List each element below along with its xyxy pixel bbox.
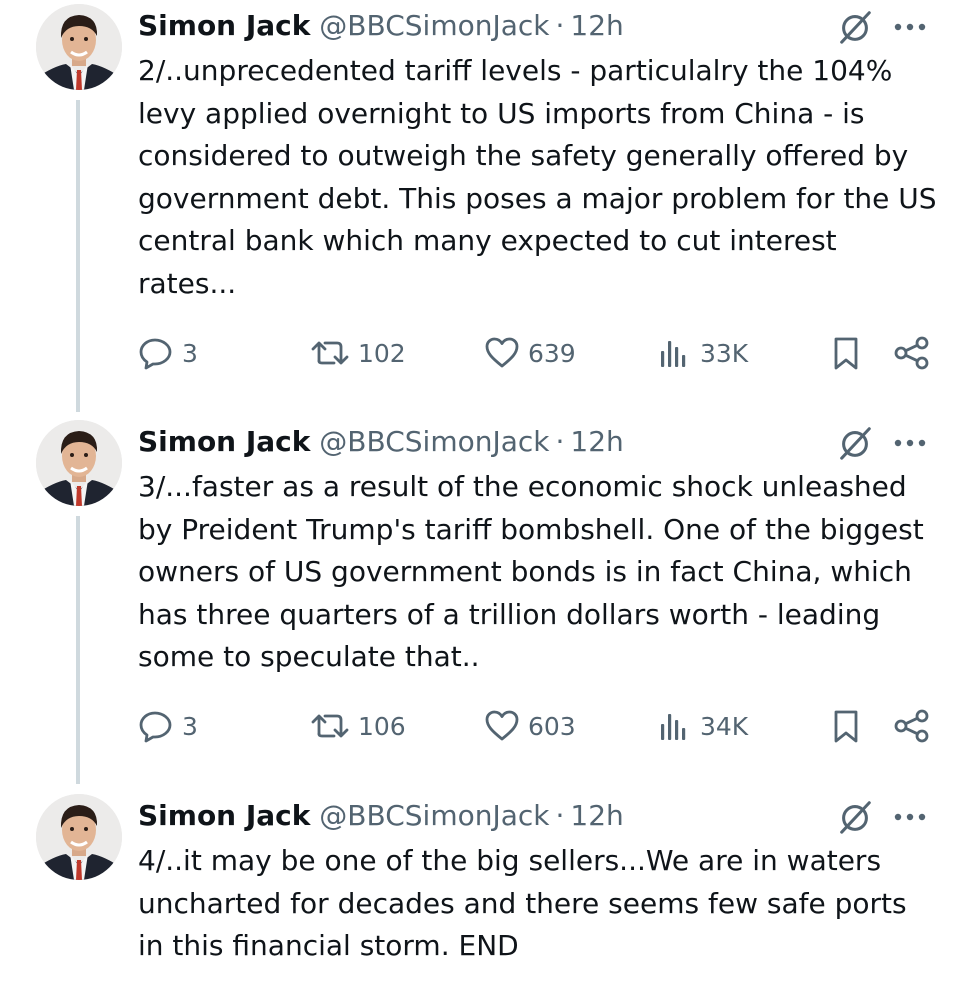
tweet-text: 3/...faster as a result of the economic … (138, 470, 924, 674)
separator-dot: · (555, 799, 565, 832)
timestamp[interactable]: 12h (570, 425, 623, 458)
views-icon (656, 708, 692, 744)
timestamp[interactable]: 12h (570, 799, 623, 832)
more-icon[interactable] (890, 10, 930, 44)
bookmark-icon (828, 708, 864, 744)
repost-button[interactable]: 106 (310, 706, 406, 746)
author-handle[interactable]: @BBCSimonJack (319, 9, 549, 42)
repost-count: 102 (358, 338, 406, 368)
grok-icon[interactable] (836, 424, 874, 462)
more-icon[interactable] (890, 426, 930, 460)
repost-count: 106 (358, 711, 406, 741)
share-button[interactable] (892, 706, 932, 746)
bookmark-button[interactable] (828, 706, 864, 746)
action-bar: 3 102 639 33K (0, 333, 967, 373)
share-button[interactable] (892, 333, 932, 373)
like-icon (484, 335, 520, 371)
author-name[interactable]: Simon Jack (138, 9, 310, 42)
tweet-3[interactable]: Simon Jack @BBCSimonJack · 12h 4/..it may … (0, 790, 967, 1000)
reply-count: 3 (182, 711, 198, 741)
grok-icon[interactable] (836, 8, 874, 46)
reply-icon (138, 335, 174, 371)
author-handle[interactable]: @BBCSimonJack (319, 425, 549, 458)
reply-count: 3 (182, 338, 198, 368)
like-count: 603 (528, 711, 576, 741)
views-count: 34K (700, 711, 749, 741)
tweet-header: Simon Jack @BBCSimonJack · 12h (138, 796, 624, 836)
repost-button[interactable]: 102 (310, 333, 406, 373)
author-handle[interactable]: @BBCSimonJack (319, 799, 549, 832)
tweet-2[interactable]: Simon Jack @BBCSimonJack · 12h 3/...faster… (0, 416, 967, 786)
avatar[interactable] (36, 420, 122, 506)
author-name[interactable]: Simon Jack (138, 425, 310, 458)
bookmark-button[interactable] (828, 333, 864, 373)
repost-icon (310, 335, 350, 371)
share-icon (892, 708, 932, 744)
views-icon (656, 335, 692, 371)
tweet-header: Simon Jack @BBCSimonJack · 12h (138, 6, 624, 46)
share-icon (892, 335, 932, 371)
tweet-text: 4/..it may be one of the big sellers...W… (138, 844, 907, 963)
action-bar: 3 106 603 34K (0, 706, 967, 746)
avatar[interactable] (36, 794, 122, 880)
separator-dot: · (555, 9, 565, 42)
avatar[interactable] (36, 4, 122, 90)
like-count: 639 (528, 338, 576, 368)
reply-button[interactable]: 3 (138, 333, 198, 373)
bookmark-icon (828, 335, 864, 371)
tweet-1[interactable]: Simon Jack @BBCSimonJack · 12h 2/..unprece… (0, 0, 967, 400)
separator-dot: · (555, 425, 565, 458)
tweet-header: Simon Jack @BBCSimonJack · 12h (138, 422, 624, 462)
views-count: 33K (700, 338, 749, 368)
grok-icon[interactable] (836, 798, 874, 836)
like-icon (484, 708, 520, 744)
like-button[interactable]: 639 (484, 333, 576, 373)
views-button[interactable]: 34K (656, 706, 748, 746)
more-icon[interactable] (890, 800, 930, 834)
timestamp[interactable]: 12h (570, 9, 623, 42)
like-button[interactable]: 603 (484, 706, 576, 746)
repost-icon (310, 708, 350, 744)
author-name[interactable]: Simon Jack (138, 799, 310, 832)
reply-icon (138, 708, 174, 744)
reply-button[interactable]: 3 (138, 706, 198, 746)
views-button[interactable]: 33K (656, 333, 748, 373)
tweet-text: 2/..unprecedented tariff levels - partic… (138, 54, 937, 300)
